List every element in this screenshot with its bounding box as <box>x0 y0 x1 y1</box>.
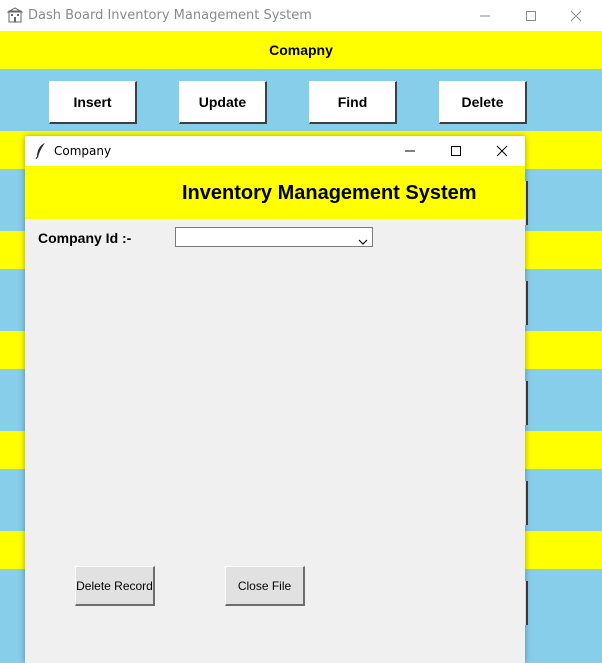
minimize-icon <box>405 150 415 152</box>
company-banner: Comapny <box>0 31 602 69</box>
maximize-icon <box>526 10 536 21</box>
building-icon <box>6 7 24 23</box>
dialog-minimize-button[interactable] <box>387 136 433 166</box>
chevron-down-icon[interactable] <box>358 233 368 251</box>
close-icon <box>570 10 582 21</box>
feather-icon <box>34 142 48 160</box>
company-id-select[interactable] <box>175 227 373 247</box>
dialog-title: Company <box>54 144 112 158</box>
dialog-titlebar: Company <box>25 136 525 166</box>
company-id-label: Company Id :- <box>38 230 132 246</box>
dialog-header: Inventory Management System <box>25 166 525 219</box>
find-button[interactable]: Find <box>309 81 397 124</box>
main-close-button[interactable] <box>553 0 599 31</box>
dialog-maximize-button[interactable] <box>433 136 479 166</box>
main-maximize-button[interactable] <box>508 0 554 31</box>
close-file-button[interactable]: Close File <box>225 566 305 606</box>
banner-label: Comapny <box>269 42 333 58</box>
company-dialog: Company Inventory Management System Comp… <box>25 136 525 663</box>
minimize-icon <box>480 15 490 16</box>
close-icon <box>496 145 508 157</box>
dialog-close-button[interactable] <box>479 136 525 166</box>
insert-button[interactable]: Insert <box>49 81 137 124</box>
main-window-titlebar: Dash Board Inventory Management System <box>0 0 602 31</box>
main-window-title: Dash Board Inventory Management System <box>28 8 312 23</box>
page-title: Inventory Management System <box>182 182 477 204</box>
maximize-icon <box>451 146 461 156</box>
delete-record-button[interactable]: Delete Record <box>75 566 155 606</box>
main-minimize-button[interactable] <box>462 0 508 31</box>
update-button[interactable]: Update <box>179 81 267 124</box>
delete-button[interactable]: Delete <box>439 81 527 124</box>
